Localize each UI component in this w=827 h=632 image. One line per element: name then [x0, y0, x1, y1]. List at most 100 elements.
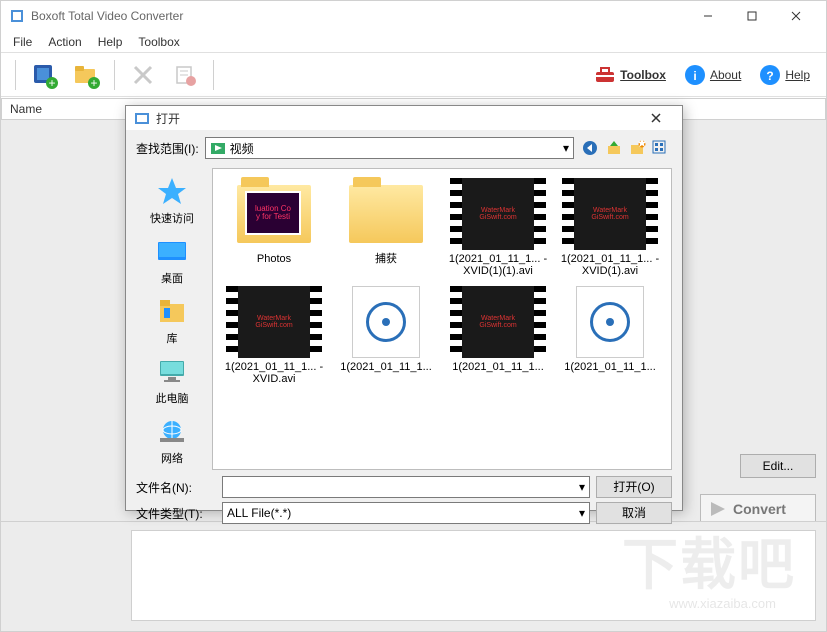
file-view[interactable]: luation Coy for TestiPhotos 捕获 WaterMarkGi…: [212, 168, 672, 470]
menubar: File Action Help Toolbox: [1, 31, 826, 53]
file-item[interactable]: WaterMarkGiSwift.com1(2021_01_11_1... - …: [555, 175, 665, 279]
lookin-combo[interactable]: 视频 ▾: [205, 137, 574, 159]
filetype-label: 文件类型(T):: [136, 505, 216, 522]
svg-text:★: ★: [637, 140, 646, 150]
place-this-pc[interactable]: 此电脑: [136, 352, 208, 410]
places-bar: 快速访问 桌面 库 此电脑 网络: [136, 168, 208, 470]
file-item[interactable]: 1(2021_01_11_1...: [331, 283, 441, 387]
clear-button[interactable]: [167, 57, 203, 93]
file-item[interactable]: WaterMarkGiSwift.com1(2021_01_11_1...: [443, 283, 553, 387]
lookin-row: 查找范围(I): 视频 ▾ ★ ▼: [136, 134, 672, 162]
open-button[interactable]: 打开(O): [596, 476, 672, 498]
about-label: About: [710, 68, 741, 82]
file-item[interactable]: 捕获: [331, 175, 441, 279]
app-icon: [9, 8, 25, 24]
place-quick-access[interactable]: 快速访问: [136, 172, 208, 230]
convert-icon: [709, 500, 727, 518]
svg-text:?: ?: [767, 69, 774, 83]
file-item[interactable]: luation Coy for TestiPhotos: [219, 175, 329, 279]
bottom-area: [1, 521, 826, 631]
file-name-label: 1(2021_01_11_1...: [340, 359, 432, 373]
folder-icon: [337, 177, 435, 251]
svg-text:+: +: [48, 76, 55, 89]
help-link[interactable]: ? Help: [753, 64, 816, 86]
file-name-label: 1(2021_01_11_1... - XVID(1).avi: [558, 251, 662, 277]
file-name-label: 捕获: [375, 251, 397, 265]
chevron-down-icon: ▾: [579, 480, 585, 494]
video-thumb-icon: WaterMarkGiSwift.com: [449, 285, 547, 359]
file-item[interactable]: WaterMarkGiSwift.com1(2021_01_11_1... - …: [443, 175, 553, 279]
file-item[interactable]: 1(2021_01_11_1...: [555, 283, 665, 387]
minimize-button[interactable]: [686, 2, 730, 30]
chevron-down-icon: ▾: [579, 506, 585, 520]
desktop-icon: [156, 236, 188, 268]
video-thumb-icon: WaterMarkGiSwift.com: [561, 177, 659, 251]
svg-text:i: i: [693, 69, 696, 83]
dialog-title: 打开: [156, 110, 638, 127]
delete-button[interactable]: [125, 57, 161, 93]
info-icon: i: [684, 64, 706, 86]
dialog-titlebar: 打开: [126, 106, 682, 130]
place-libraries[interactable]: 库: [136, 292, 208, 350]
media-file-icon: [337, 285, 435, 359]
file-name-label: 1(2021_01_11_1...: [452, 359, 544, 373]
folder-icon: luation Coy for Testi: [225, 177, 323, 251]
lookin-value: 视频: [230, 140, 254, 157]
app-title: Boxoft Total Video Converter: [31, 9, 686, 23]
media-file-icon: [561, 285, 659, 359]
titlebar: Boxoft Total Video Converter: [1, 1, 826, 31]
convert-button[interactable]: Convert: [733, 501, 786, 517]
toolbox-link[interactable]: Toolbox: [588, 64, 672, 86]
close-button[interactable]: [774, 2, 818, 30]
network-icon: [156, 416, 188, 448]
new-folder-icon[interactable]: ★: [628, 138, 648, 158]
view-menu-icon[interactable]: ▼: [652, 138, 672, 158]
video-thumb-icon: WaterMarkGiSwift.com: [449, 177, 547, 251]
toolbox-label: Toolbox: [620, 68, 666, 82]
add-folder-button[interactable]: +: [68, 57, 104, 93]
dialog-icon: [134, 110, 150, 126]
browser-row: 快速访问 桌面 库 此电脑 网络: [136, 168, 672, 470]
video-folder-icon: [210, 140, 226, 156]
chevron-down-icon: ▾: [563, 141, 569, 155]
video-thumb-icon: WaterMarkGiSwift.com: [225, 285, 323, 359]
quick-access-icon: [156, 176, 188, 208]
place-desktop[interactable]: 桌面: [136, 232, 208, 290]
menu-help[interactable]: Help: [90, 33, 131, 51]
file-item[interactable]: WaterMarkGiSwift.com1(2021_01_11_1... - …: [219, 283, 329, 387]
lookin-label: 查找范围(I):: [136, 140, 199, 157]
about-link[interactable]: i About: [678, 64, 747, 86]
edit-button[interactable]: Edit...: [740, 454, 816, 478]
file-name-label: 1(2021_01_11_1... - XVID.avi: [222, 359, 326, 385]
menu-file[interactable]: File: [5, 33, 40, 51]
toolbar: + + Toolbox i About ? Help: [1, 53, 826, 97]
menu-toolbox[interactable]: Toolbox: [130, 33, 187, 51]
up-icon[interactable]: [604, 138, 624, 158]
nav-icons: ★ ▼: [580, 138, 672, 158]
file-name-label: 1(2021_01_11_1...: [564, 359, 656, 373]
libraries-icon: [156, 296, 188, 328]
dialog-bottom: 文件名(N): ▾ 打开(O) 文件类型(T): ALL File(*.*) ▾…: [136, 476, 672, 524]
cancel-button[interactable]: 取消: [596, 502, 672, 524]
add-video-button[interactable]: +: [26, 57, 62, 93]
maximize-button[interactable]: [730, 2, 774, 30]
back-icon[interactable]: [580, 138, 600, 158]
dialog-body: 查找范围(I): 视频 ▾ ★ ▼ 快速访问 桌面: [126, 130, 682, 532]
place-network[interactable]: 网络: [136, 412, 208, 470]
filename-label: 文件名(N):: [136, 479, 216, 496]
open-dialog: 打开 查找范围(I): 视频 ▾ ★ ▼ 快速访问: [125, 105, 683, 511]
help-icon: ?: [759, 64, 781, 86]
svg-text:+: +: [90, 76, 97, 89]
dialog-close-button[interactable]: [638, 106, 674, 130]
svg-text:▼: ▼: [670, 140, 672, 154]
filename-input[interactable]: ▾: [222, 476, 590, 498]
menu-action[interactable]: Action: [40, 33, 89, 51]
column-name: Name: [10, 102, 42, 116]
file-name-label: Photos: [257, 251, 291, 265]
file-name-label: 1(2021_01_11_1... - XVID(1)(1).avi: [446, 251, 550, 277]
log-panel: [131, 530, 816, 621]
window-controls: [686, 2, 818, 30]
help-label: Help: [785, 68, 810, 82]
filetype-combo[interactable]: ALL File(*.*) ▾: [222, 502, 590, 524]
toolbox-icon: [594, 64, 616, 86]
